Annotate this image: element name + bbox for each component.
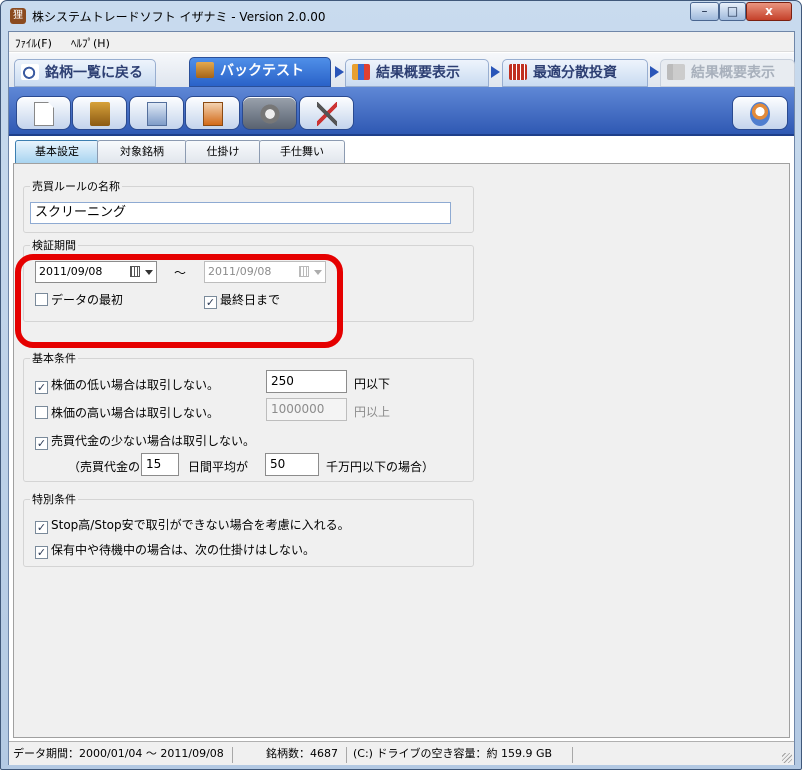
rule-name-group: 売買ルールの名称 スクリーニング — [23, 178, 474, 233]
import-icon — [203, 102, 223, 126]
window-title: 株システムトレードソフト イザナミ - Version 2.0.00 — [32, 10, 326, 24]
grid-icon — [509, 64, 527, 80]
special-conditions-group: 特別条件 ✓ Stop高/Stop安で取引ができない場合を考慮に入れる。 ✓ 保有中… — [23, 491, 474, 567]
help-button[interactable] — [732, 96, 788, 130]
close-button[interactable]: x — [746, 2, 792, 21]
settings-button[interactable] — [299, 96, 354, 130]
no-entry-while-holding-label: 保有中や待機中の場合は、次の仕掛けはしない。 — [51, 543, 316, 557]
no-entry-while-holding-checkbox[interactable]: ✓ 保有中や待機中の場合は、次の仕掛けはしない。 — [35, 543, 315, 559]
resize-grip-icon[interactable] — [782, 753, 792, 763]
open-folder-icon — [90, 102, 110, 126]
high-price-input: 1000000 — [266, 398, 347, 421]
tab-target-stocks[interactable]: 対象銘柄 — [97, 140, 187, 163]
menu-help[interactable]: ﾍﾙﾌﾟ(H) — [71, 35, 110, 51]
basic-conditions-group: 基本条件 ✓ 株価の低い場合は取引しない。 250 円以下 株価の高い場合は取引し… — [23, 350, 474, 482]
optimize-label: 最適分散投資 — [533, 65, 617, 81]
title-bar[interactable]: 狸 株システムトレードソフト イザナミ - Version 2.0.00 – □… — [1, 1, 801, 31]
step-arrow-icon — [335, 66, 344, 78]
high-price-label: 株価の高い場合は取引しない。 — [51, 406, 220, 420]
workflow-navigation: 銘柄一覧に戻る バックテスト 結果概要表示 最適分散投資 結果概要表示 — [9, 53, 795, 87]
basic-settings-panel: 売買ルールの名称 スクリーニング 検証期間 2011/09/08 ～ 2011/… — [13, 163, 790, 738]
import-button[interactable] — [185, 96, 240, 130]
tab-exit[interactable]: 手仕舞い — [259, 140, 345, 163]
tab-basic-settings[interactable]: 基本設定 — [15, 140, 99, 163]
checkbox-box — [35, 406, 48, 419]
settings-tabs: 基本設定 対象銘柄 仕掛け 手仕舞い — [9, 137, 794, 163]
export-button[interactable] — [129, 96, 184, 130]
back-to-list-tab[interactable]: 銘柄一覧に戻る — [14, 59, 156, 87]
backtest-tab[interactable]: バックテスト — [189, 57, 331, 87]
bar-chart-disabled-icon — [667, 64, 685, 80]
tab-entry[interactable]: 仕掛け — [185, 140, 261, 163]
volume-mid-label: 日間平均が — [188, 460, 249, 474]
volume-prefix: （売買代金の — [68, 460, 141, 474]
basic-conditions-caption: 基本条件 — [30, 350, 78, 366]
rule-name-caption: 売買ルールの名称 — [30, 178, 122, 194]
result-summary-2-tab: 結果概要表示 — [660, 59, 795, 87]
low-price-input[interactable]: 250 — [266, 370, 347, 393]
low-price-unit: 円以下 — [354, 377, 391, 391]
eye-icon — [21, 64, 39, 80]
period-highlight-annotation — [15, 254, 343, 348]
back-to-list-label: 銘柄一覧に戻る — [45, 65, 143, 81]
result-summary-tab[interactable]: 結果概要表示 — [345, 59, 489, 87]
result-summary-label: 結果概要表示 — [376, 65, 460, 81]
backtest-label: バックテスト — [220, 63, 304, 79]
backtest-icon — [196, 62, 214, 78]
status-stock-count: 銘柄数：4687 — [266, 747, 347, 763]
settings-tools-icon — [317, 102, 337, 126]
step-arrow-icon — [491, 66, 500, 78]
checkmark-icon: ✓ — [35, 521, 48, 534]
optimize-tab[interactable]: 最適分散投資 — [502, 59, 648, 87]
result-summary-2-label: 結果概要表示 — [691, 65, 775, 81]
volume-checkbox[interactable]: ✓ 売買代金の少ない場合は取引しない。 — [35, 434, 255, 450]
menu-file[interactable]: ﾌｧｲﾙ(F) — [15, 35, 52, 51]
new-document-icon — [34, 102, 54, 126]
run-button[interactable] — [242, 96, 297, 130]
export-icon — [147, 102, 167, 126]
status-disk-space: (C:) ドライブの空き容量：約 159.9 GB — [353, 747, 573, 763]
volume-label: 売買代金の少ない場合は取引しない。 — [51, 434, 256, 448]
high-price-checkbox[interactable]: 株価の高い場合は取引しない。 — [35, 406, 219, 420]
status-data-period: データ期間：2000/01/04 ～ 2011/09/08 — [13, 747, 233, 763]
volume-days-input[interactable]: 15 — [141, 453, 179, 476]
high-price-unit: 円以上 — [354, 405, 391, 419]
status-bar: データ期間：2000/01/04 ～ 2011/09/08 銘柄数：4687 (… — [9, 741, 794, 765]
minimize-button[interactable]: – — [690, 2, 719, 21]
step-arrow-icon — [650, 66, 659, 78]
checkmark-icon: ✓ — [35, 546, 48, 559]
maximize-button[interactable]: □ — [719, 2, 746, 21]
client-area: ﾌｧｲﾙ(F) ﾍﾙﾌﾟ(H) 銘柄一覧に戻る バックテスト 結果概要表示 最適… — [8, 31, 795, 765]
application-window: 狸 株システムトレードソフト イザナミ - Version 2.0.00 – □… — [0, 0, 802, 770]
run-gear-icon — [260, 102, 280, 126]
menu-bar: ﾌｧｲﾙ(F) ﾍﾙﾌﾟ(H) — [9, 32, 794, 52]
low-price-checkbox[interactable]: ✓ 株価の低い場合は取引しない。 — [35, 378, 219, 394]
rule-name-input[interactable]: スクリーニング — [30, 202, 451, 224]
help-icon — [750, 102, 770, 126]
special-conditions-caption: 特別条件 — [30, 491, 78, 507]
toolbar — [9, 87, 794, 136]
new-button[interactable] — [16, 96, 71, 130]
open-button[interactable] — [72, 96, 127, 130]
checkmark-icon: ✓ — [35, 437, 48, 450]
volume-amount-input[interactable]: 50 — [265, 453, 319, 476]
checkmark-icon: ✓ — [35, 381, 48, 394]
tanuki-app-icon: 狸 — [10, 8, 26, 24]
stop-limit-checkbox[interactable]: ✓ Stop高/Stop安で取引ができない場合を考慮に入れる。 — [35, 518, 350, 534]
low-price-label: 株価の低い場合は取引しない。 — [51, 378, 220, 392]
period-caption: 検証期間 — [30, 237, 78, 253]
volume-suffix: 千万円以下の場合） — [326, 460, 435, 474]
stop-limit-label: Stop高/Stop安で取引ができない場合を考慮に入れる。 — [51, 518, 350, 532]
bar-chart-icon — [352, 64, 370, 80]
